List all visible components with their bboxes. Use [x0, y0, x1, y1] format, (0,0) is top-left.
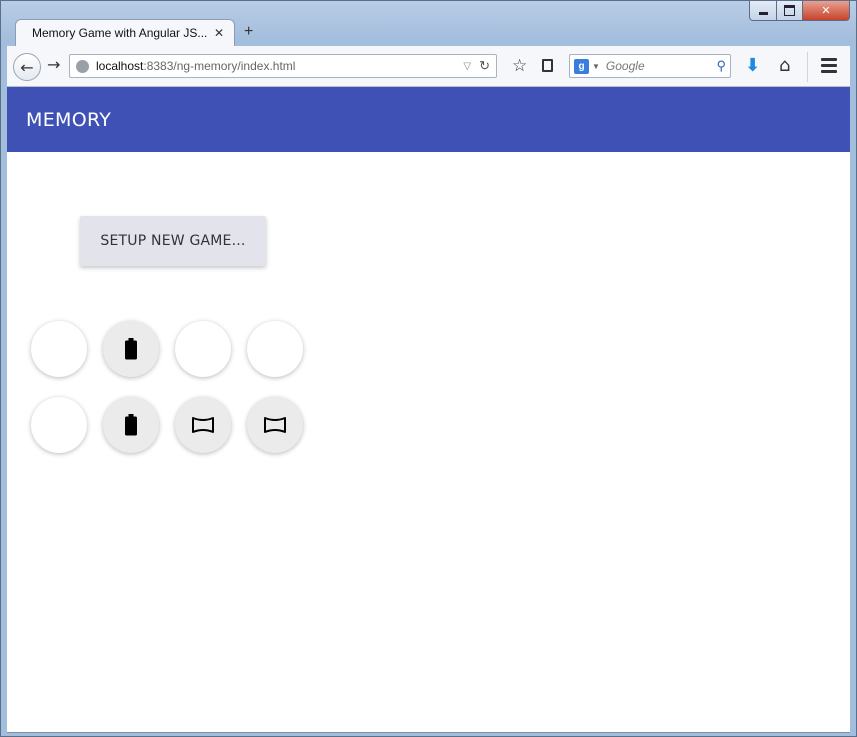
battery-icon: [124, 338, 138, 360]
browser-tab[interactable]: Memory Game with Angular JS... ✕: [15, 19, 235, 46]
engine-dropdown-icon[interactable]: ▼: [592, 62, 600, 71]
back-button[interactable]: ←: [13, 53, 41, 81]
url-dropdown-icon[interactable]: ▽: [463, 61, 471, 72]
panorama-icon: [263, 416, 287, 434]
bookmark-star-icon[interactable]: ☆: [512, 56, 527, 76]
minimize-icon: [758, 12, 768, 15]
memory-card[interactable]: [103, 397, 159, 453]
search-icon[interactable]: ⚲: [716, 58, 726, 74]
tab-title: Memory Game with Angular JS...: [32, 26, 208, 40]
page-content: MEMORY SETUP NEW GAME...: [7, 87, 850, 732]
download-icon[interactable]: ⬇: [745, 55, 760, 76]
search-box[interactable]: g ▼ Google ⚲: [569, 54, 731, 78]
new-tab-button[interactable]: +: [244, 23, 253, 41]
memory-card[interactable]: [247, 321, 303, 377]
panorama-icon: [191, 416, 215, 434]
hamburger-menu-icon[interactable]: [821, 58, 837, 76]
battery-icon: [124, 414, 138, 436]
back-arrow-icon: ←: [20, 57, 34, 77]
forward-arrow-icon[interactable]: →: [47, 55, 60, 74]
app-title: MEMORY: [26, 108, 112, 131]
bookmarks-list-icon[interactable]: [542, 59, 553, 72]
minimize-button[interactable]: [749, 1, 777, 21]
card-grid: [31, 321, 311, 453]
navigation-bar: ← → localhost:8383/ng-memory/index.html …: [7, 46, 850, 87]
app-toolbar: MEMORY: [7, 87, 850, 152]
memory-card[interactable]: [103, 321, 159, 377]
close-window-button[interactable]: ✕: [803, 1, 850, 21]
globe-icon: [76, 59, 89, 73]
browser-window: ✕ Memory Game with Angular JS... ✕ + ← →…: [0, 0, 857, 737]
reload-icon[interactable]: ↻: [479, 58, 490, 74]
close-icon: ✕: [821, 4, 831, 17]
memory-card[interactable]: [175, 321, 231, 377]
url-host: localhost: [96, 59, 144, 73]
memory-card[interactable]: [31, 321, 87, 377]
home-icon[interactable]: ⌂: [779, 55, 790, 76]
window-controls: ✕: [749, 1, 850, 21]
maximize-button[interactable]: [777, 1, 803, 21]
maximize-icon: [784, 5, 795, 16]
memory-card[interactable]: [247, 397, 303, 453]
google-engine-icon[interactable]: g: [574, 58, 589, 74]
memory-card[interactable]: [175, 397, 231, 453]
toolbar-separator: [807, 52, 808, 82]
url-bar[interactable]: localhost:8383/ng-memory/index.html ▽ ↻: [69, 54, 497, 78]
tab-close-icon[interactable]: ✕: [214, 26, 224, 40]
setup-new-game-button[interactable]: SETUP NEW GAME...: [80, 216, 266, 266]
memory-card[interactable]: [31, 397, 87, 453]
search-placeholder: Google: [605, 59, 645, 73]
url-path: :8383/ng-memory/index.html: [143, 59, 296, 73]
